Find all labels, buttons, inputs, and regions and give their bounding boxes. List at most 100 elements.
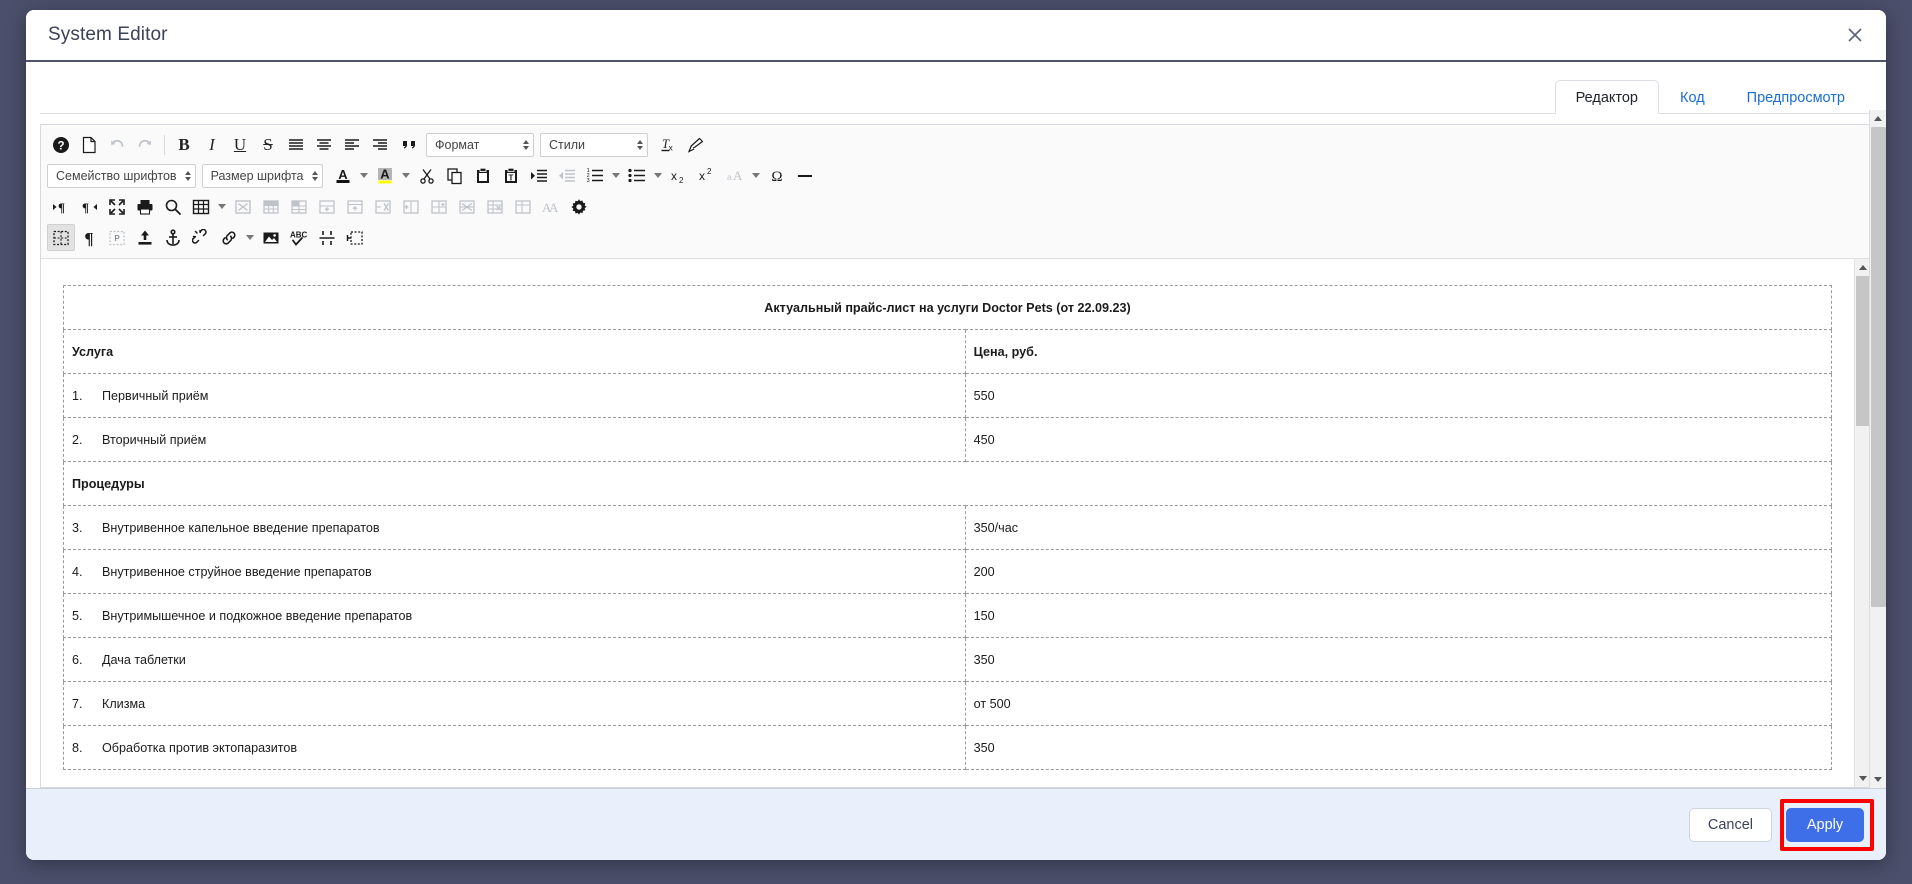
redo-icon[interactable] — [131, 131, 159, 158]
insert-column-icon[interactable] — [453, 193, 481, 220]
svg-text:3: 3 — [586, 178, 589, 183]
copy-icon[interactable] — [441, 162, 469, 189]
bulleted-list-icon[interactable] — [623, 162, 651, 189]
window-scrollbar-thumb[interactable] — [1870, 127, 1886, 607]
delete-row-icon[interactable] — [397, 193, 425, 220]
decrease-indent-icon[interactable] — [553, 162, 581, 189]
show-paragraph-marks-icon[interactable]: ¶ — [75, 224, 103, 251]
background-color-icon[interactable]: A — [371, 162, 399, 189]
copy-formatting-icon[interactable] — [682, 131, 710, 158]
delete-column-icon[interactable] — [509, 193, 537, 220]
window-scrollbar-track[interactable] — [1870, 127, 1887, 771]
svg-text:ABC: ABC — [290, 230, 308, 239]
unlink-icon[interactable] — [187, 224, 215, 251]
paste-as-text-icon[interactable]: T — [497, 162, 525, 189]
anchor-icon[interactable] — [159, 224, 187, 251]
font-family-select[interactable]: Семейство шрифтов — [47, 163, 196, 188]
subscript-icon[interactable]: x2 — [665, 162, 693, 189]
editor-content-area[interactable]: Актуальный прайс-лист на услуги Doctor P… — [41, 259, 1854, 787]
help-icon[interactable]: ? — [47, 131, 75, 158]
insert-column-right-icon[interactable] — [425, 193, 453, 220]
paste-icon[interactable] — [469, 162, 497, 189]
service-name: Первичный приём — [102, 388, 209, 403]
tab-preview[interactable]: Предпросмотр — [1726, 80, 1866, 114]
cell-price: 350 — [964, 637, 1833, 682]
new-page-icon[interactable] — [75, 131, 103, 158]
align-justify-icon[interactable] — [282, 131, 310, 158]
settings-gear-icon[interactable] — [565, 193, 593, 220]
editor-content-wrap: Актуальный прайс-лист на услуги Doctor P… — [41, 259, 1871, 787]
print-icon[interactable] — [131, 193, 159, 220]
numbered-list-dropdown-icon[interactable] — [609, 162, 623, 189]
svg-text:a: a — [727, 172, 732, 182]
cancel-button[interactable]: Cancel — [1688, 807, 1772, 842]
insert-row-above-icon[interactable] — [341, 193, 369, 220]
svg-text:?: ? — [57, 140, 64, 152]
toolbar-row-3: ¶ ¶ A A — [47, 191, 1865, 222]
window-scroll-down-button[interactable] — [1870, 771, 1887, 788]
cut-icon[interactable] — [413, 162, 441, 189]
bold-icon[interactable]: B — [170, 131, 198, 158]
window-scroll-up-button[interactable] — [1870, 110, 1887, 127]
remove-format-icon[interactable]: Tx — [654, 131, 682, 158]
insert-placeholder-icon[interactable]: P — [103, 224, 131, 251]
background-color-dropdown-icon[interactable] — [399, 162, 413, 189]
strikethrough-icon[interactable]: S — [254, 131, 282, 158]
tab-code[interactable]: Код — [1659, 80, 1726, 114]
text-direction-rtl-icon[interactable]: ¶ — [75, 193, 103, 220]
align-center-icon[interactable] — [310, 131, 338, 158]
table-properties-icon[interactable]: AA — [537, 193, 565, 220]
svg-text:2: 2 — [707, 167, 712, 176]
split-cell-icon[interactable] — [285, 193, 313, 220]
delete-table-icon[interactable] — [229, 193, 257, 220]
show-blocks-icon[interactable] — [47, 224, 75, 251]
svg-text:¶: ¶ — [58, 200, 65, 215]
spell-check-icon[interactable]: ABC — [285, 224, 313, 251]
delete-cell-icon[interactable] — [481, 193, 509, 220]
tab-editor[interactable]: Редактор — [1554, 80, 1659, 114]
maximize-icon[interactable] — [103, 193, 131, 220]
font-size-select[interactable]: Размер шрифта — [201, 163, 323, 188]
svg-text:A: A — [733, 168, 743, 183]
apply-button[interactable]: Apply — [1786, 807, 1864, 842]
merge-cells-icon[interactable] — [257, 193, 285, 220]
text-direction-ltr-icon[interactable]: ¶ — [47, 193, 75, 220]
service-name: Внутривенное струйное введение препарато… — [102, 564, 372, 579]
text-color-icon[interactable]: A — [329, 162, 357, 189]
insert-table-icon[interactable] — [187, 193, 215, 220]
insert-column-left-icon[interactable] — [369, 193, 397, 220]
horizontal-rule-icon[interactable] — [791, 162, 819, 189]
undo-icon[interactable] — [103, 131, 131, 158]
link-dropdown-icon[interactable] — [243, 224, 257, 251]
blockquote-icon[interactable] — [394, 131, 426, 158]
font-size-select-spinner — [311, 170, 318, 181]
special-character-icon[interactable]: Ω — [763, 162, 791, 189]
insert-image-icon[interactable] — [257, 224, 285, 251]
numbered-list-icon[interactable]: 123 — [581, 162, 609, 189]
text-color-dropdown-icon[interactable] — [357, 162, 371, 189]
close-icon[interactable] — [1838, 18, 1872, 52]
link-icon[interactable] — [215, 224, 243, 251]
page-break-icon[interactable] — [313, 224, 341, 251]
styles-select[interactable]: Стили — [540, 132, 648, 157]
superscript-icon[interactable]: x2 — [693, 162, 721, 189]
align-left-icon[interactable] — [338, 131, 366, 158]
insert-table-dropdown-icon[interactable] — [215, 193, 229, 220]
align-right-icon[interactable] — [366, 131, 394, 158]
window-vertical-scrollbar[interactable] — [1869, 110, 1886, 788]
upload-file-icon[interactable] — [131, 224, 159, 251]
format-select[interactable]: Формат — [426, 132, 534, 157]
bulleted-list-dropdown-icon[interactable] — [651, 162, 665, 189]
insert-row-below-icon[interactable] — [313, 193, 341, 220]
underline-icon[interactable]: U — [226, 131, 254, 158]
editor-tabs: Редактор Код Предпросмотр — [40, 72, 1872, 114]
text-transform-icon[interactable]: aA — [721, 162, 749, 189]
text-transform-dropdown-icon[interactable] — [749, 162, 763, 189]
styles-select-spinner — [637, 139, 643, 150]
svg-text:¶: ¶ — [82, 200, 89, 215]
italic-icon[interactable]: I — [198, 131, 226, 158]
search-icon[interactable] — [159, 193, 187, 220]
insert-div-icon[interactable] — [341, 224, 369, 251]
dialog-body: Редактор Код Предпросмотр ? B I U S Форм… — [26, 62, 1886, 788]
increase-indent-icon[interactable] — [525, 162, 553, 189]
